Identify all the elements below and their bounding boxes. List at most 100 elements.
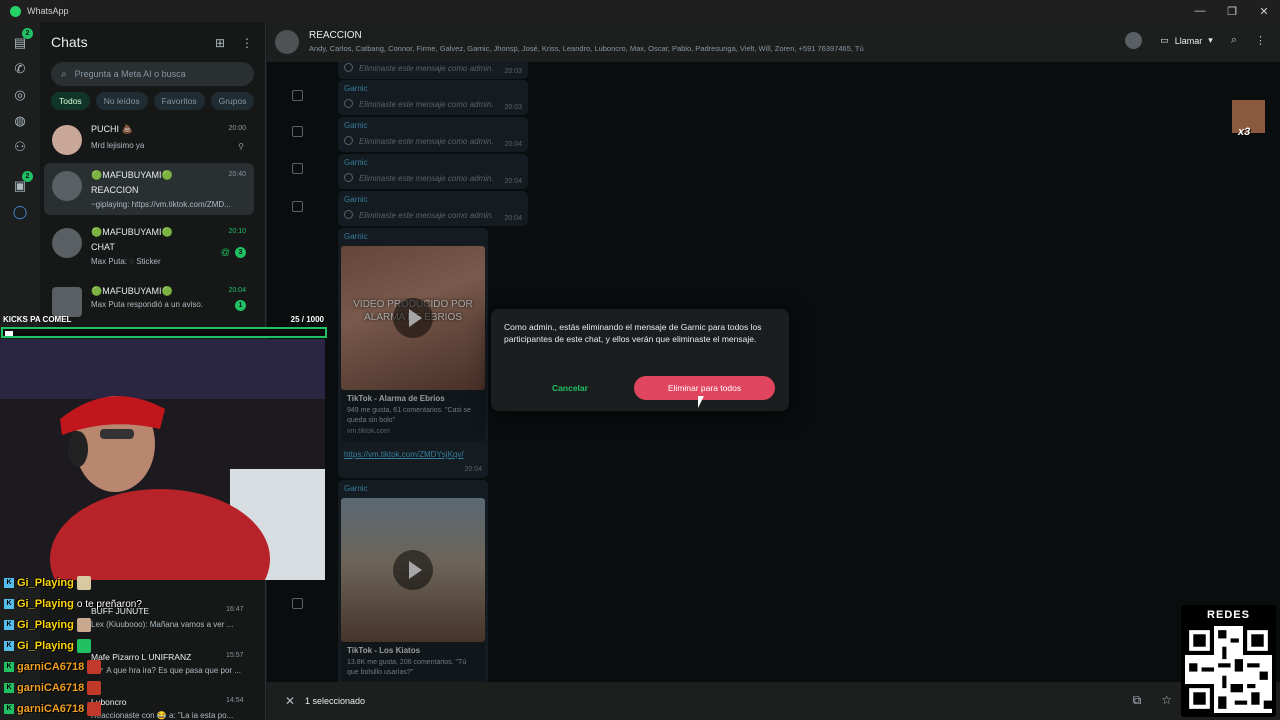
kicks-goal: KICKS PA COMEL 25 / 1000: [0, 313, 328, 339]
unread-badge: 1: [235, 300, 246, 311]
stream-chat-line: K Gi_Playing: [4, 616, 91, 634]
search-icon: ⌕: [61, 68, 67, 80]
delete-confirm-dialog: Como admin., estás eliminando el mensaje…: [491, 309, 789, 411]
kicks-progress-track: [1, 327, 327, 338]
chat-preview: Mrd lejisimo ya: [91, 141, 145, 150]
kick-badge-icon: K: [4, 641, 14, 651]
kicks-progress-fill: [5, 331, 13, 336]
delete-for-everyone-button[interactable]: Eliminar para todos: [634, 376, 775, 400]
new-chat-icon[interactable]: ⊞: [215, 36, 225, 50]
webcam-overlay: [0, 339, 325, 580]
call-button[interactable]: ▭ Llamar ▾: [1160, 35, 1213, 46]
stream-chat-line: K Gi_Playing: [4, 574, 91, 592]
kick-badge-icon: K: [4, 662, 14, 672]
chat-username: garniCA6718: [17, 703, 85, 715]
selection-bar: ✕ 1 seleccionado ⧉ ☆: [267, 682, 1280, 720]
chat-username: Gi_Playing: [17, 598, 74, 610]
calls-icon[interactable]: ✆: [11, 60, 29, 78]
chat-time: 20:40: [228, 171, 246, 178]
chat-time: 20:04: [228, 287, 246, 294]
webcam-image: [0, 339, 325, 580]
chat-preview: Max Puta respondió a un aviso.: [91, 300, 204, 309]
avatar: [52, 125, 82, 155]
chat-item-chat[interactable]: 🟢MAFUBUYAMI🟢 CHAT Max Puta: ◌ Sticker 20…: [44, 220, 254, 272]
close-icon[interactable]: ✕: [1248, 0, 1280, 22]
search-messages-icon[interactable]: ⌕: [1231, 34, 1237, 47]
search-input[interactable]: ⌕ Pregunta a Meta AI o busca: [51, 62, 254, 86]
meta-ai-icon[interactable]: ◯: [11, 203, 29, 221]
chat-name: PUCHI 💩: [91, 124, 133, 134]
chat-preview: Max Puta: ◌ Sticker: [91, 257, 161, 266]
search-placeholder: Pregunta a Meta AI o busca: [74, 69, 186, 79]
chat-username: Gi_Playing: [17, 577, 74, 589]
emote-icon: [76, 618, 91, 632]
kick-badge-icon: K: [4, 599, 14, 609]
channels-icon[interactable]: ◍: [11, 112, 29, 130]
stream-chat-line: K garniCA6718: [4, 700, 102, 718]
dialog-text: Como admin., estás eliminando el mensaje…: [504, 322, 762, 344]
app-title: WhatsApp: [27, 6, 69, 16]
qr-panel: REDES: [1181, 605, 1276, 717]
star-icon[interactable]: ☆: [1161, 693, 1172, 708]
chats-badge: 2: [22, 28, 33, 39]
menu-icon[interactable]: ⋮: [241, 36, 253, 50]
filter-favorites[interactable]: Favoritos: [153, 92, 205, 110]
stream-chat-line: K garniCA6718: [4, 679, 102, 697]
qr-title: REDES: [1207, 609, 1250, 621]
menu-icon[interactable]: ⋮: [1255, 34, 1266, 47]
status-icon[interactable]: ◎: [11, 86, 29, 104]
chat-community: 🟢MAFUBUYAMI🟢: [91, 227, 173, 237]
pin-icon: ⚲: [238, 142, 244, 151]
stream-chat-line: K garniCA6718: [4, 658, 102, 676]
emote-icon: [76, 639, 91, 653]
communities-icon[interactable]: ⚇: [11, 138, 29, 156]
stream-chat-line: K Gi_Playing o te preñaron?: [4, 595, 142, 613]
conversation-header[interactable]: REACCION Andy, Carlos, Catbang, Connor, …: [267, 22, 1280, 62]
group-title[interactable]: REACCION: [309, 30, 362, 41]
kicks-label: KICKS PA COMEL: [3, 315, 72, 324]
close-selection-icon[interactable]: ✕: [285, 694, 295, 708]
chat-community: 🟢MAFUBUYAMI🟢: [91, 170, 173, 180]
stream-chat: K Gi_Playing K Gi_Playing o te preñaron?…: [0, 572, 270, 720]
group-avatar[interactable]: [275, 30, 299, 54]
chevron-down-icon: ▾: [1208, 35, 1213, 45]
stream-chat-line: K Gi_Playing: [4, 637, 91, 655]
kick-badge-icon: K: [4, 683, 14, 693]
filter-unread[interactable]: No leídos: [95, 92, 148, 110]
emote-icon: [87, 702, 102, 716]
profile-avatar-dropdown[interactable]: [1125, 32, 1143, 49]
emote-icon: [87, 660, 102, 674]
filter-chips: Todos No leídos Favoritos Grupos: [51, 92, 255, 110]
filter-groups[interactable]: Grupos: [210, 92, 255, 110]
video-camera-icon: ▭: [1160, 35, 1169, 45]
chat-message: o te preñaron?: [76, 598, 142, 610]
chat-username: garniCA6718: [17, 682, 85, 694]
whatsapp-logo-icon: [10, 5, 21, 17]
unread-badge: 3: [235, 247, 246, 258]
kick-badge-icon: K: [4, 578, 14, 588]
call-label: Llamar: [1174, 35, 1203, 46]
chat-item-puchi[interactable]: PUCHI 💩 Mrd lejisimo ya 20:00 ⚲: [44, 117, 254, 169]
chat-name: CHAT: [91, 242, 115, 252]
chat-list-title: Chats: [51, 34, 88, 50]
emote-icon: [87, 681, 102, 695]
qr-code-icon: [1185, 626, 1272, 713]
group-members: Andy, Carlos, Catbang, Connor, Firme, Ga…: [309, 44, 864, 53]
chat-time: 20:00: [228, 125, 246, 132]
kick-badge-icon: K: [4, 704, 14, 714]
chat-username: Gi_Playing: [17, 619, 74, 631]
title-bar: WhatsApp — ❐ ✕: [0, 0, 1280, 22]
chat-item-reaccion[interactable]: 🟢MAFUBUYAMI🟢 REACCION ~giplaying: https:…: [44, 163, 254, 215]
mention-icon: @: [220, 247, 230, 257]
copy-icon[interactable]: ⧉: [1133, 693, 1142, 708]
emote-icon: [76, 576, 91, 590]
cancel-button[interactable]: Cancelar: [535, 376, 605, 400]
kicks-count: 25 / 1000: [290, 315, 324, 324]
minimize-icon[interactable]: —: [1184, 0, 1216, 22]
chat-time: 20:10: [228, 228, 246, 235]
filter-all[interactable]: Todos: [51, 92, 90, 110]
chat-username: garniCA6718: [17, 661, 85, 673]
restore-icon[interactable]: ❐: [1216, 0, 1248, 22]
communities-badge: 2: [22, 171, 33, 182]
selection-count: 1 seleccionado: [305, 696, 366, 706]
